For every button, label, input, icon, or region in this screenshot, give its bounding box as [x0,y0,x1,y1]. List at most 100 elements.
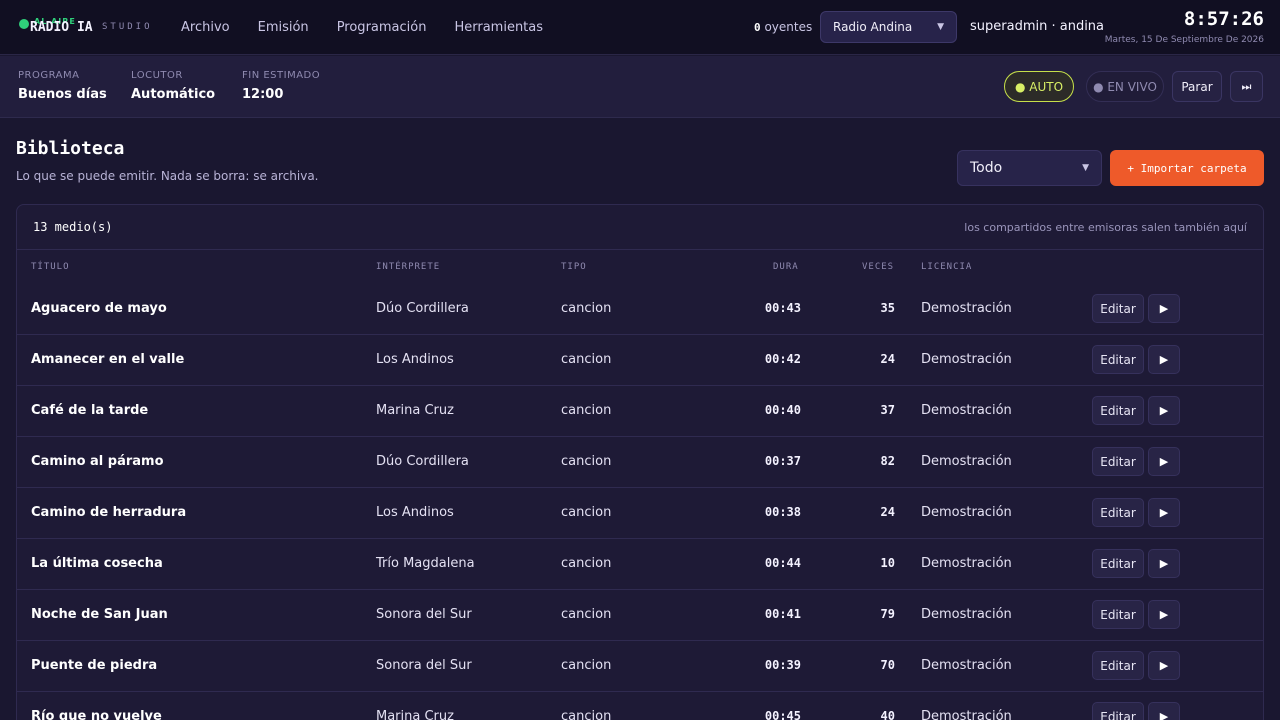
row-plays: 40 [880,709,895,720]
edit-button[interactable]: Editar [1092,498,1144,527]
col-type[interactable]: TIPO [561,262,587,272]
row-license: Demostración [921,403,1012,418]
auto-mode-button[interactable]: ● AUTO [1004,71,1074,102]
program-value: Buenos días [18,87,107,102]
table-row[interactable]: Noche de San Juan Sonora del Sur cancion 00… [17,590,1263,641]
table-header: TÍTULO INTÉRPRETE TIPO DURA VECES LICENC… [17,250,1263,284]
table-row[interactable]: Camino de herradura Los Andinos cancion 00:… [17,488,1263,539]
row-artist: Los Andinos [376,352,454,367]
nav-archivo[interactable]: Archivo [181,20,230,35]
col-title[interactable]: TÍTULO [31,262,70,272]
chevron-down-icon: ▼ [1082,163,1089,173]
host-info: LOCUTOR Automático [131,70,215,102]
row-title: Amanecer en el valle [31,352,185,367]
col-plays[interactable]: VECES [862,262,894,272]
row-artist: Dúo Cordillera [376,301,469,316]
row-title: Camino de herradura [31,505,187,520]
row-plays: 79 [880,607,895,621]
station-select[interactable]: Radio Andina ▼ [820,11,957,43]
row-type: cancion [561,301,612,316]
top-bar: AL AIRE RADIO IA STUDIO Archivo Emisión … [0,0,1280,55]
row-duration: 00:44 [764,556,801,570]
row-artist: Marina Cruz [376,403,454,418]
play-icon[interactable]: ▶ [1148,600,1180,629]
play-icon[interactable]: ▶ [1148,549,1180,578]
media-count: 13 medio(s) [33,220,113,234]
user-name[interactable]: superadmin · andina [970,19,1104,34]
type-filter-select[interactable]: Todo ▼ [957,150,1102,186]
listener-count: 0 oyentes [754,20,812,34]
col-artist[interactable]: INTÉRPRETE [376,262,440,272]
row-duration: 00:39 [764,658,801,672]
row-artist: Sonora del Sur [376,658,472,673]
import-folder-button[interactable]: + Importar carpeta [1110,150,1264,186]
end-label: FIN ESTIMADO [242,70,321,81]
row-artist: Trío Magdalena [376,556,475,571]
row-type: cancion [561,454,612,469]
edit-button[interactable]: Editar [1092,396,1144,425]
nav-herramientas[interactable]: Herramientas [454,20,543,35]
edit-button[interactable]: Editar [1092,702,1144,720]
table-row[interactable]: Aguacero de mayo Dúo Cordillera cancion 00:… [17,284,1263,335]
table-row[interactable]: Camino al páramo Dúo Cordillera cancion 00:… [17,437,1263,488]
play-icon[interactable]: ▶ [1148,345,1180,374]
row-type: cancion [561,607,612,622]
brand-name: RADIO IA [30,20,93,35]
chevron-down-icon: ▼ [937,22,944,32]
row-title: Río que no vuelve [31,709,162,720]
row-type: cancion [561,556,612,571]
stop-button[interactable]: Parar [1172,71,1222,102]
on-air-dot-icon [19,19,29,29]
row-duration: 00:40 [764,403,801,417]
play-icon[interactable]: ▶ [1148,396,1180,425]
end-value: 12:00 [242,87,284,102]
edit-button[interactable]: Editar [1092,345,1144,374]
play-icon[interactable]: ▶ [1148,498,1180,527]
play-icon[interactable]: ▶ [1148,294,1180,323]
row-title: Camino al páramo [31,454,164,469]
end-info: FIN ESTIMADO 12:00 [242,70,320,102]
main-nav: Archivo Emisión Programación Herramienta… [167,0,557,55]
row-plays: 24 [880,352,895,366]
skip-icon[interactable]: ⏭ [1230,71,1263,102]
nav-emision[interactable]: Emisión [258,20,309,35]
row-license: Demostración [921,556,1012,571]
row-artist: Dúo Cordillera [376,454,469,469]
edit-button[interactable]: Editar [1092,447,1144,476]
row-plays: 70 [880,658,895,672]
station-selected: Radio Andina [833,20,913,34]
host-label: LOCUTOR [131,70,183,81]
edit-button[interactable]: Editar [1092,651,1144,680]
shared-note: los compartidos entre emisoras salen tam… [964,221,1247,234]
row-type: cancion [561,352,612,367]
row-duration: 00:42 [764,352,801,366]
row-artist: Sonora del Sur [376,607,472,622]
row-title: Aguacero de mayo [31,301,167,316]
table-row[interactable]: Río que no vuelve Marina Cruz cancion 00:45… [17,692,1263,720]
panel-header: 13 medio(s) los compartidos entre emisor… [17,205,1263,250]
row-license: Demostración [921,505,1012,520]
edit-button[interactable]: Editar [1092,294,1144,323]
play-icon[interactable]: ▶ [1148,702,1180,720]
live-mode-button[interactable]: ● EN VIVO [1086,71,1164,102]
page-title: Biblioteca [16,138,125,159]
col-license[interactable]: LICENCIA [921,262,972,272]
row-license: Demostración [921,352,1012,367]
table-row[interactable]: Amanecer en el valle Los Andinos cancion 00… [17,335,1263,386]
table-row[interactable]: La última cosecha Trío Magdalena cancion 00… [17,539,1263,590]
table-row[interactable]: Puente de piedra Sonora del Sur cancion 00:… [17,641,1263,692]
row-plays: 37 [880,403,895,417]
nav-programacion[interactable]: Programación [337,20,427,35]
play-icon[interactable]: ▶ [1148,447,1180,476]
play-icon[interactable]: ▶ [1148,651,1180,680]
col-duration[interactable]: DURA [773,262,799,272]
brand-logo[interactable]: AL AIRE RADIO IA STUDIO [16,14,156,40]
edit-button[interactable]: Editar [1092,600,1144,629]
row-duration: 00:37 [764,454,801,468]
row-duration: 00:43 [764,301,801,315]
row-license: Demostración [921,658,1012,673]
table-row[interactable]: Café de la tarde Marina Cruz cancion 00:40 3… [17,386,1263,437]
edit-button[interactable]: Editar [1092,549,1144,578]
row-duration: 00:41 [764,607,801,621]
row-artist: Los Andinos [376,505,454,520]
